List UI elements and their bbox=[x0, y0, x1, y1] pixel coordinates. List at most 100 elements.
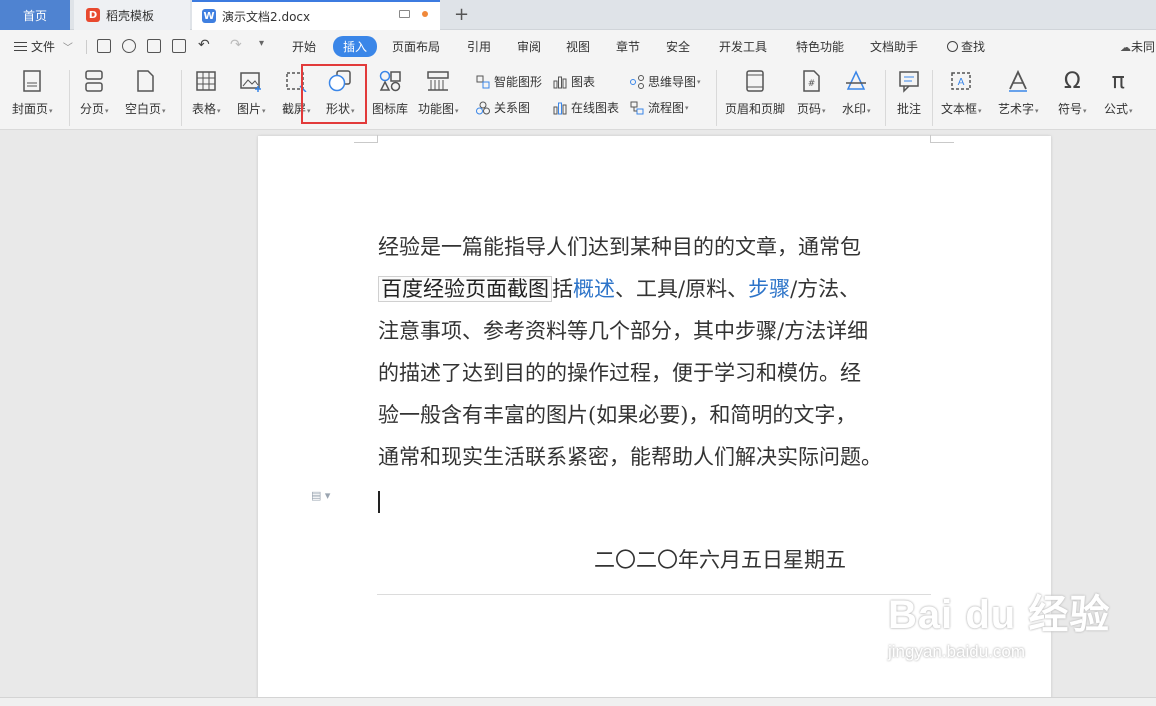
chart-label: 图表 bbox=[571, 75, 596, 89]
search-button[interactable]: 查找 bbox=[947, 38, 985, 55]
tab-home-label: 首页 bbox=[22, 8, 47, 23]
tab-template-label: 稻壳模板 bbox=[106, 8, 155, 23]
symbol-label: 符号 bbox=[1058, 102, 1083, 116]
quick-access-more-icon[interactable]: ▾ bbox=[259, 38, 264, 49]
wordart-button[interactable]: 艺术字▾ bbox=[998, 68, 1039, 117]
menu-security[interactable]: 安全 bbox=[666, 38, 690, 55]
baidu-jingyan-watermark: Bai du 经验 jingyan.baidu.com bbox=[888, 582, 1110, 662]
watermark-brand: Bai du 经验 bbox=[888, 593, 1111, 637]
print-icon[interactable] bbox=[147, 39, 161, 53]
header-footer-label: 页眉和页脚 bbox=[725, 102, 786, 116]
online-chart-button[interactable]: 在线图表 bbox=[553, 99, 619, 116]
watermark-button[interactable]: 水印▾ bbox=[842, 68, 871, 117]
save-icon[interactable] bbox=[97, 39, 111, 53]
tab-bar: 首页 D 稻壳模板 W 演示文档2.docx + bbox=[0, 0, 1156, 30]
menu-insert[interactable]: 插入 bbox=[333, 36, 378, 57]
steps-link[interactable]: 步骤 bbox=[748, 277, 790, 301]
textbox-label: 文本框 bbox=[941, 102, 978, 116]
menu-view[interactable]: 视图 bbox=[566, 38, 590, 55]
document-date: 二〇二〇年六月五日星期五 bbox=[594, 548, 846, 572]
cover-page-button[interactable]: 封面页▾ bbox=[12, 68, 53, 117]
menu-bar: 文件 ﹀ ↶ ↷ ▾ 开始 插入 页面布局 引用 审阅 视图 章节 安全 开发工… bbox=[0, 30, 1156, 64]
file-menu[interactable]: 文件 ﹀ bbox=[14, 38, 73, 55]
symbol-button[interactable]: Ω 符号▾ bbox=[1058, 68, 1087, 117]
icon-library-icon bbox=[377, 68, 403, 94]
page-break-icon bbox=[81, 68, 107, 94]
chart-button[interactable]: 图表 bbox=[553, 73, 595, 90]
svg-text:#: # bbox=[808, 79, 816, 89]
pi-icon: π bbox=[1111, 68, 1125, 94]
undo-icon[interactable]: ↶ bbox=[198, 37, 210, 53]
page-break-button[interactable]: 分页▾ bbox=[80, 68, 109, 117]
menu-review[interactable]: 审阅 bbox=[517, 38, 541, 55]
document-body[interactable]: 经验是一篇能指导人们达到某种目的的文章，通常包 百度经验页面截图 括概述、工具/原… bbox=[378, 226, 938, 478]
tab-home[interactable]: 首页 bbox=[0, 0, 70, 30]
comment-button[interactable]: 批注 bbox=[896, 68, 922, 117]
display-icon[interactable] bbox=[399, 10, 410, 18]
header-footer-button[interactable]: 页眉和页脚 bbox=[725, 68, 785, 117]
paragraph-line: 注意事项、参考资料等几个部分，其中步骤/方法详细 bbox=[378, 319, 869, 343]
status-bar bbox=[0, 697, 1156, 706]
function-chart-button[interactable]: 功能图▾ bbox=[418, 68, 459, 117]
table-button[interactable]: 表格▾ bbox=[192, 68, 221, 117]
user-status[interactable]: ☁未同 bbox=[1120, 38, 1155, 55]
redo-icon[interactable]: ↷ bbox=[230, 37, 242, 53]
textbox-button[interactable]: A 文本框▾ bbox=[941, 68, 982, 117]
page-break-label: 分页 bbox=[80, 102, 105, 116]
tab-template[interactable]: D 稻壳模板 bbox=[74, 0, 190, 30]
overview-link[interactable]: 概述 bbox=[573, 277, 615, 301]
formula-button[interactable]: π 公式▾ bbox=[1104, 68, 1133, 117]
shape-highlight-box bbox=[301, 64, 367, 124]
margin-corner-mark bbox=[354, 135, 378, 143]
icon-library-button[interactable]: 图标库 bbox=[372, 68, 408, 117]
smart-shape-button[interactable]: 智能图形 bbox=[476, 73, 542, 90]
online-chart-label: 在线图表 bbox=[571, 101, 620, 115]
function-chart-label: 功能图 bbox=[418, 102, 455, 116]
blank-page-icon bbox=[132, 68, 158, 94]
writer-doc-icon: W bbox=[202, 9, 216, 23]
relation-chart-button[interactable]: 关系图 bbox=[476, 99, 530, 116]
page-number-button[interactable]: # 页码▾ bbox=[797, 68, 826, 117]
paragraph-options-icon[interactable]: ▤ ▾ bbox=[311, 489, 330, 502]
cover-page-label: 封面页 bbox=[12, 102, 49, 116]
menu-section[interactable]: 章节 bbox=[616, 38, 640, 55]
flow-chart-button[interactable]: 流程图 ▾ bbox=[630, 99, 689, 116]
table-icon bbox=[193, 68, 219, 94]
menu-start[interactable]: 开始 bbox=[292, 38, 316, 55]
bar-chart-icon bbox=[553, 75, 567, 89]
smart-shape-label: 智能图形 bbox=[494, 75, 543, 89]
print-preview-icon[interactable] bbox=[172, 39, 186, 53]
mind-map-label: 思维导图 bbox=[648, 75, 697, 89]
file-menu-label: 文件 bbox=[31, 40, 56, 54]
menu-doc-assistant[interactable]: 文档助手 bbox=[870, 38, 918, 55]
icon-library-label: 图标库 bbox=[372, 102, 409, 116]
online-chart-icon bbox=[553, 101, 567, 115]
picture-button[interactable]: 图片▾ bbox=[237, 68, 266, 117]
watermark-label: 水印 bbox=[842, 102, 867, 116]
smart-shape-icon bbox=[476, 75, 490, 89]
page-number-icon: # bbox=[798, 68, 824, 94]
margin-corner-mark bbox=[930, 135, 954, 143]
search-icon bbox=[947, 41, 958, 52]
blank-page-label: 空白页 bbox=[125, 102, 162, 116]
daoke-logo-icon: D bbox=[86, 8, 100, 22]
text-run: /方法、 bbox=[790, 277, 861, 301]
svg-text:A: A bbox=[958, 77, 965, 88]
function-chart-icon bbox=[425, 68, 451, 94]
watermark-icon bbox=[843, 68, 869, 94]
page-number-label: 页码 bbox=[797, 102, 822, 116]
paragraph-line: 百度经验页面截图 括概述、工具/原料、步骤/方法、 bbox=[378, 268, 938, 310]
relation-chart-label: 关系图 bbox=[494, 101, 531, 115]
relation-chart-icon bbox=[476, 101, 490, 115]
menu-page-layout[interactable]: 页面布局 bbox=[392, 38, 440, 55]
mind-map-button[interactable]: 思维导图 ▾ bbox=[630, 73, 701, 90]
undo-history-icon[interactable] bbox=[122, 39, 136, 53]
menu-references[interactable]: 引用 bbox=[467, 38, 491, 55]
paragraph-line: 经验是一篇能指导人们达到某种目的的文章，通常包 bbox=[378, 235, 861, 259]
blank-page-button[interactable]: 空白页▾ bbox=[125, 68, 166, 117]
menu-features[interactable]: 特色功能 bbox=[796, 38, 844, 55]
tab-document[interactable]: W 演示文档2.docx bbox=[192, 0, 440, 30]
unsaved-dot-icon bbox=[422, 11, 428, 17]
new-tab-button[interactable]: + bbox=[454, 4, 469, 25]
menu-developer[interactable]: 开发工具 bbox=[719, 38, 767, 55]
